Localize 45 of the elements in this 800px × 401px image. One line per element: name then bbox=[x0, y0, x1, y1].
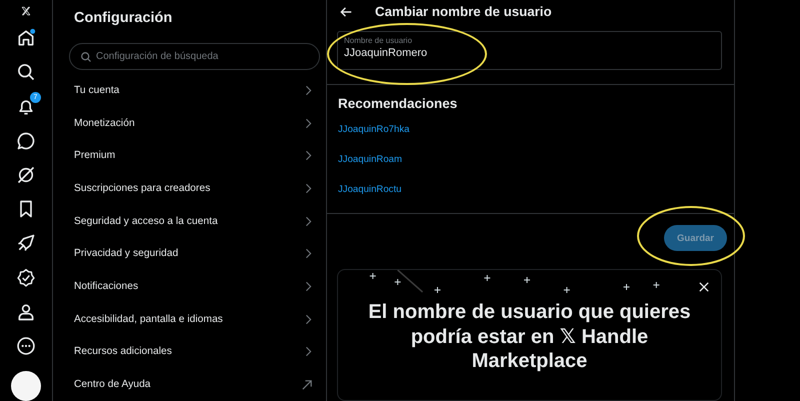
promo-headline: El nombre de usuario que quieres podría estar en 𝕏 Handle Marketplace bbox=[368, 300, 691, 373]
username-box[interactable]: Nombre de usuario JJoaquinRomero bbox=[337, 31, 722, 70]
settings-menu-item[interactable]: Centro de Ayuda bbox=[63, 368, 326, 401]
settings-menu-item[interactable]: Privacidad y seguridad bbox=[63, 237, 326, 270]
close-button[interactable] bbox=[697, 280, 711, 294]
username-field[interactable]: JJoaquinRomero bbox=[344, 45, 715, 60]
settings-menu-item[interactable]: Premium bbox=[63, 139, 326, 172]
external-link-icon bbox=[302, 380, 312, 390]
chevron-right-icon bbox=[305, 182, 312, 194]
chevron-right-icon bbox=[305, 346, 312, 358]
person-icon[interactable] bbox=[16, 302, 36, 322]
settings-menu-item[interactable]: Recursos adicionales bbox=[63, 336, 326, 368]
back-arrow-icon[interactable] bbox=[339, 4, 353, 19]
settings-title: Configuración bbox=[73, 9, 174, 28]
username-suggestion-link[interactable]: JJoaquinRoam bbox=[338, 152, 723, 168]
search-box[interactable]: Configuración de búsqueda bbox=[69, 43, 320, 70]
verified-badge-icon[interactable] bbox=[16, 268, 36, 288]
chevron-right-icon bbox=[305, 216, 312, 227]
settings-menu-item[interactable]: Notificaciones bbox=[63, 270, 326, 303]
rocket-icon[interactable] bbox=[16, 233, 36, 254]
username-suggestion-link[interactable]: JJoaquinRoctu bbox=[338, 182, 723, 198]
page-title: Cambiar nombre de usuario bbox=[375, 4, 552, 20]
chevron-right-icon bbox=[305, 150, 312, 162]
home-icon[interactable] bbox=[16, 28, 36, 48]
username-suggestion-link[interactable]: JJoaquinRo7hka bbox=[338, 122, 723, 138]
chevron-right-icon bbox=[305, 314, 312, 325]
close-icon bbox=[699, 282, 709, 292]
settings-menu-item[interactable]: Suscripciones para creadores bbox=[63, 172, 326, 205]
chevron-right-icon bbox=[305, 280, 312, 292]
chat-bubble-icon[interactable] bbox=[16, 130, 36, 151]
slashed-circle-icon[interactable] bbox=[16, 164, 36, 185]
search-field[interactable]: Configuración de búsqueda bbox=[96, 51, 296, 62]
chevron-right-icon bbox=[305, 118, 312, 129]
search-icon bbox=[80, 50, 92, 62]
settings-menu-item[interactable]: Monetización bbox=[63, 106, 326, 140]
chevron-right-icon bbox=[305, 84, 312, 96]
settings-menu-item[interactable]: Seguridad y acceso a la cuenta bbox=[63, 204, 326, 238]
avatar[interactable] bbox=[11, 371, 41, 401]
field-label: Nombre de usuario bbox=[344, 36, 414, 46]
section-heading: Recomendaciones bbox=[337, 95, 458, 114]
more-icon[interactable] bbox=[16, 336, 36, 356]
settings-menu-item[interactable]: Tu cuenta bbox=[63, 74, 326, 107]
settings-menu-item[interactable]: Accesibilidad, pantalla e idiomas bbox=[63, 302, 326, 336]
chevron-right-icon bbox=[305, 248, 312, 260]
search-icon[interactable] bbox=[16, 62, 36, 82]
